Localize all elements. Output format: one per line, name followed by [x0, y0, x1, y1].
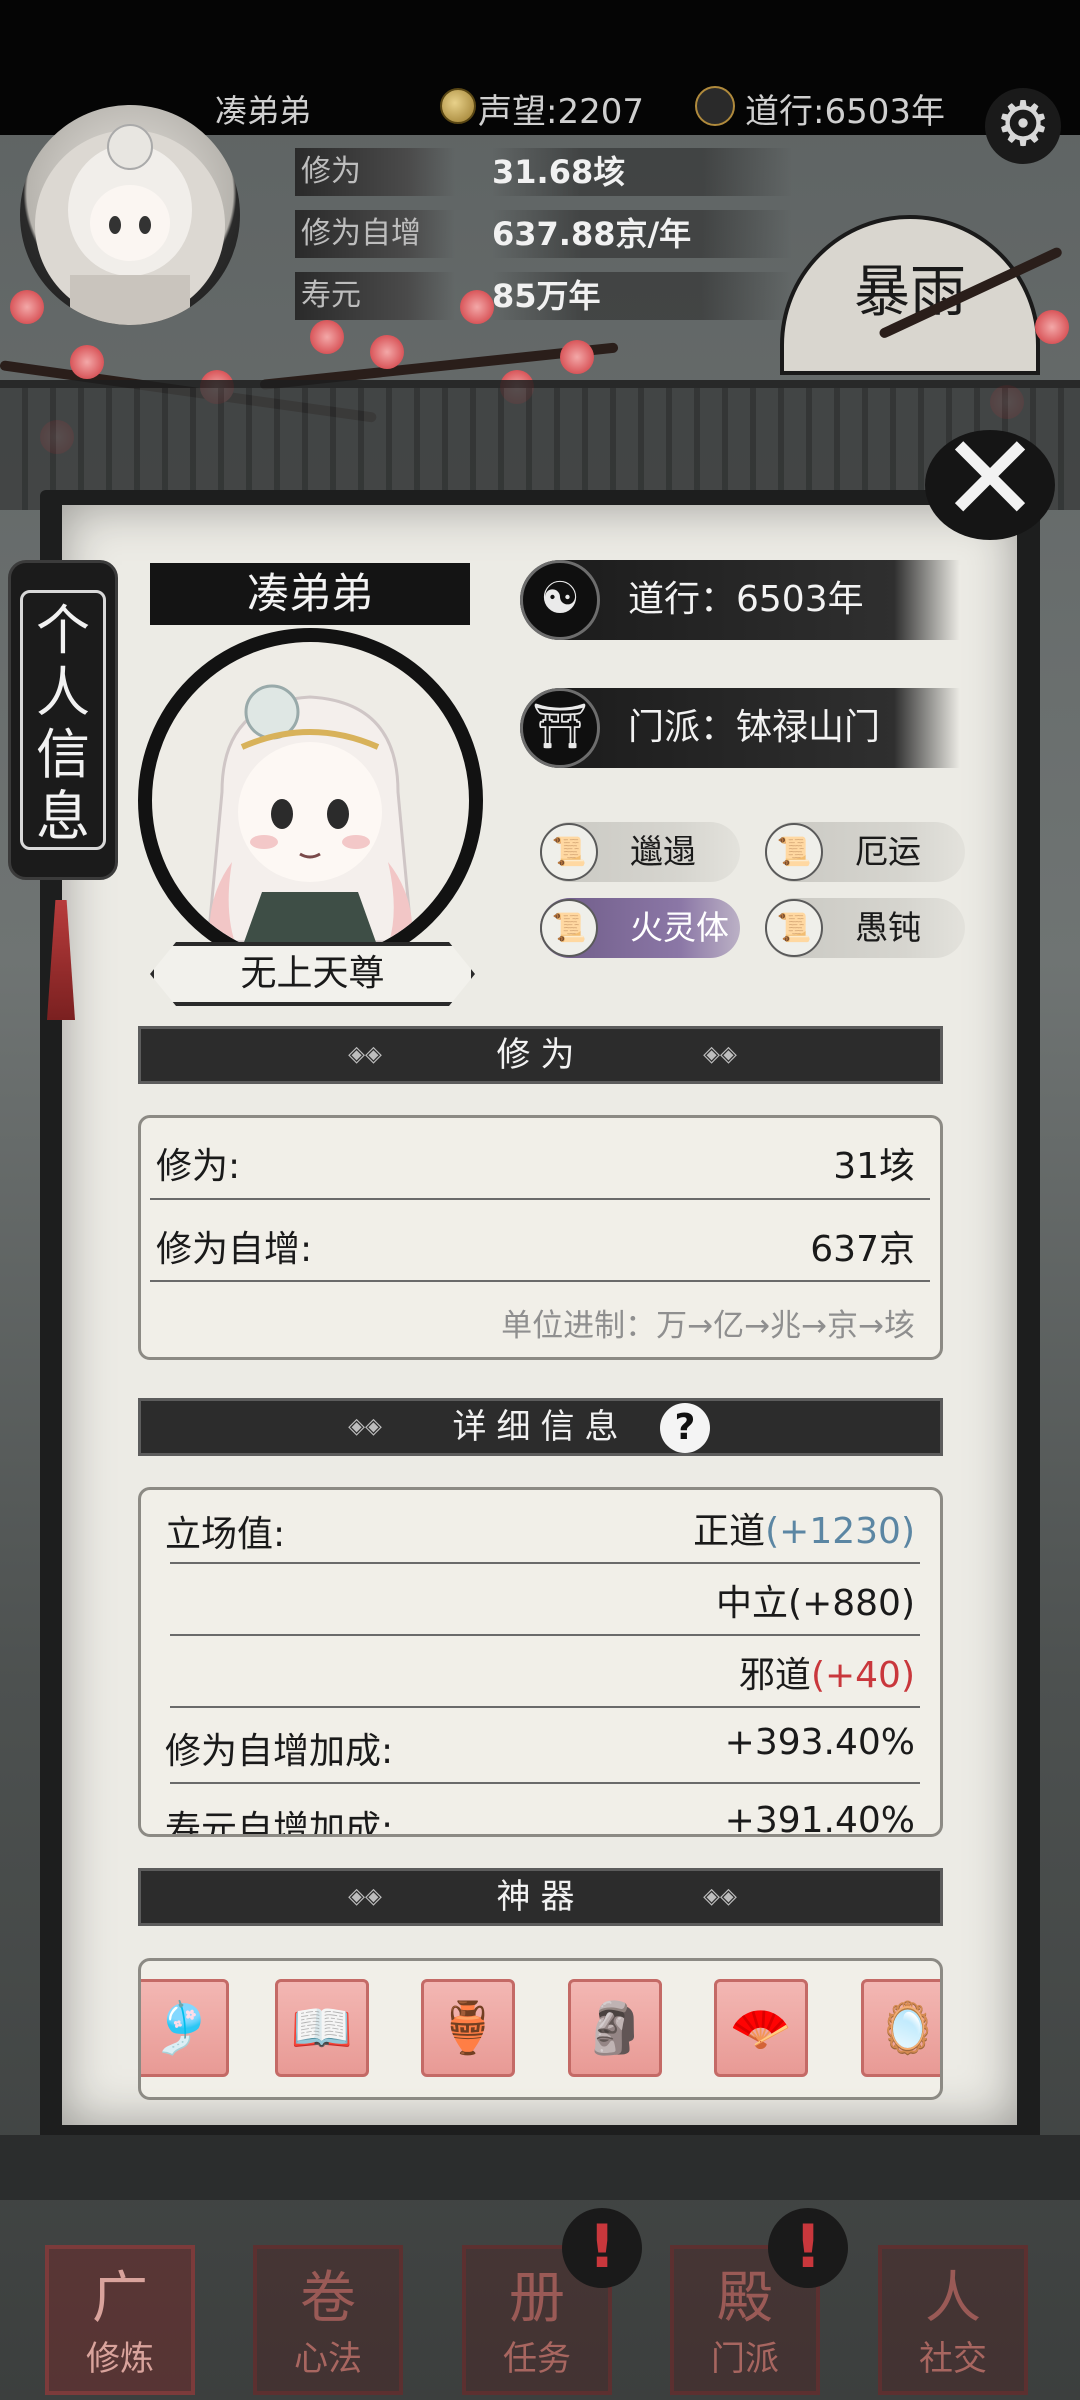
artifact-book-icon[interactable]: 📖 — [275, 1979, 369, 2077]
side-tab-label-text: 个人信息 — [36, 599, 90, 848]
scroll-icon: 📜 — [540, 823, 598, 881]
growth-bonus-value: +393.40% — [724, 1722, 915, 1763]
trait-label: 邋遢 — [630, 832, 696, 871]
hud-stat-label-growth: 修为自增 — [295, 210, 455, 258]
hud-daoxing: 道行:6503年 — [745, 92, 945, 132]
alert-badge-icon: ! — [768, 2208, 848, 2288]
trait-label: 火灵体 — [630, 908, 729, 947]
diamond-ornament-icon: ◈◈ — [703, 1884, 737, 1909]
stance-good: 正道(+1230) — [500, 1502, 915, 1554]
details-overflow-clip: 寿元自增加成: +391.40% — [141, 1790, 940, 1834]
row-divider — [170, 1782, 920, 1784]
nav-social-icon: 人 — [925, 2266, 981, 2331]
section-title: 神器 — [496, 1877, 585, 1917]
nav-label: 任务 — [503, 2339, 571, 2379]
nav-social-button[interactable]: 人 社交 — [878, 2245, 1028, 2395]
lifespan-bonus-label: 寿元自增加成: — [165, 1809, 394, 1834]
diamond-ornament-icon: ◈◈ — [348, 1884, 382, 1909]
row-divider — [170, 1706, 920, 1708]
section-header-cultivation: ◈◈ 修为 ◈◈ — [138, 1026, 943, 1084]
bottom-roof-bar — [0, 2135, 1080, 2200]
row-divider — [150, 1280, 930, 1282]
artifact-jade-ruyi-icon[interactable]: 🎐 — [141, 1979, 229, 2077]
hud-stat-value-lifespan: 85万年 — [492, 272, 792, 320]
artifact-jade-seal-icon[interactable]: 🗿 — [568, 1979, 662, 2077]
row-divider — [170, 1634, 920, 1636]
character-portrait — [138, 628, 483, 973]
player-avatar[interactable] — [20, 105, 240, 325]
artifact-mirror-icon[interactable]: 🪞 — [861, 1979, 940, 2077]
section-title: 详细信息 — [452, 1407, 629, 1447]
cultivation-label: 修为: — [156, 1146, 241, 1187]
hud-stat-value-growth: 637.88京/年 — [492, 210, 792, 258]
avatar-portrait — [35, 124, 225, 325]
hud-stat-value-cultivation: 31.68垓 — [492, 148, 792, 196]
growth-bonus-label: 修为自增加成: — [165, 1731, 394, 1772]
scroll-icon: 📜 — [765, 823, 823, 881]
artifacts-box: 🎐 📖 🏺 🗿 🪭 🪞 — [138, 1958, 943, 2100]
scroll-icon: 📜 — [765, 899, 823, 957]
settings-gear-icon[interactable]: ⚙ — [985, 88, 1061, 164]
stance-evil: 邪道(+40) — [500, 1646, 915, 1698]
character-title: 无上天尊 — [150, 942, 475, 1006]
section-header-artifacts: ◈◈ 神器 ◈◈ — [138, 1868, 943, 1926]
hud-reputation: 声望:2207 — [478, 92, 644, 132]
trait-label: 愚钝 — [855, 908, 921, 947]
side-tab-label: 个人信息 — [20, 600, 106, 848]
nav-cultivate-icon: 广 — [92, 2266, 148, 2331]
trait-label: 厄运 — [855, 832, 921, 871]
cultivation-value: 31垓 — [833, 1146, 915, 1187]
stance-name: 正道 — [693, 1511, 766, 1552]
hud-stat-label-lifespan: 寿元 — [295, 272, 455, 320]
yin-yang-icon: ☯ — [520, 560, 600, 640]
nav-method-icon: 卷 — [300, 2266, 356, 2331]
unit-note: 单位进制：万→亿→兆→京→垓 — [501, 1308, 915, 1344]
stance-name: 邪道 — [738, 1655, 811, 1696]
blossom-icon — [1035, 310, 1069, 344]
row-divider — [170, 1562, 920, 1564]
hud-stat-label-cultivation: 修为 — [295, 148, 455, 196]
nav-label: 社交 — [919, 2339, 987, 2379]
nav-label: 门派 — [711, 2339, 779, 2379]
character-portrait-art — [206, 684, 414, 959]
diamond-ornament-icon: ◈◈ — [348, 1042, 382, 1067]
blossom-icon — [560, 340, 594, 374]
close-button[interactable]: ✕ — [925, 420, 1055, 540]
coin-icon — [440, 88, 476, 124]
blossom-icon — [370, 335, 404, 369]
blossom-icon — [10, 290, 44, 324]
stance-neutral: 中立(+880) — [716, 1583, 915, 1624]
growth-label: 修为自增: — [156, 1229, 313, 1270]
lifespan-bonus-value: +391.40% — [724, 1800, 915, 1834]
artifact-gourd-icon[interactable]: 🏺 — [421, 1979, 515, 2077]
section-header-details: ◈◈ 详细信息 — [138, 1398, 943, 1456]
diamond-ornament-icon: ◈◈ — [703, 1042, 737, 1067]
blossom-icon — [310, 320, 344, 354]
blossom-icon — [460, 290, 494, 324]
nav-method-button[interactable]: 卷 心法 — [253, 2245, 403, 2395]
weather-badge[interactable]: 暴雨 — [780, 215, 1040, 375]
artifact-fan-icon[interactable]: 🪭 — [714, 1979, 808, 2077]
help-icon[interactable]: ? — [660, 1403, 710, 1453]
stance-delta: (+40) — [810, 1655, 915, 1696]
hud-player-name: 凑弟弟 — [215, 92, 312, 130]
stance-delta: (+1230) — [765, 1511, 915, 1552]
row-divider — [150, 1198, 930, 1200]
blossom-icon — [70, 345, 104, 379]
stance-label: 立场值: — [165, 1514, 286, 1555]
temple-icon: ⛩ — [520, 688, 600, 768]
diamond-ornament-icon: ◈◈ — [348, 1414, 382, 1439]
section-title: 修为 — [496, 1035, 585, 1075]
alert-badge-icon: ! — [562, 2208, 642, 2288]
nav-label: 修炼 — [86, 2339, 154, 2379]
character-name: 凑弟弟 — [150, 563, 470, 625]
yin-yang-icon — [695, 86, 735, 126]
nav-cultivate-button[interactable]: 广 修炼 — [45, 2245, 195, 2395]
nav-label: 心法 — [294, 2339, 362, 2379]
growth-value: 637京 — [810, 1229, 915, 1270]
scroll-icon: 📜 — [540, 899, 598, 957]
